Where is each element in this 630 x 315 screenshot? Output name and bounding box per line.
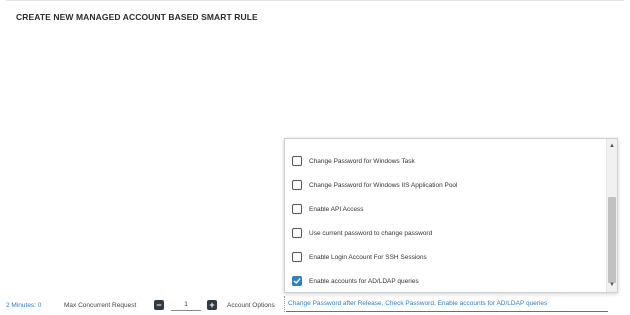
option-label: Enable accounts for AD/LDAP queries [309,277,419,285]
bottom-bar: 2 Minutes: 0 Max Concurrent Request − + … [0,296,630,315]
account-options-label: Account Options [227,302,275,309]
option-label: Enable Login Account For SSH Sessions [309,253,427,261]
scroll-down-icon[interactable]: ▼ [607,280,617,290]
max-concurrent-input[interactable] [171,299,201,311]
scroll-up-icon[interactable]: ▲ [607,141,617,151]
minutes-text: 2 Minutes: 0 [6,302,42,309]
option-label: Use current password to change password [309,229,433,237]
option-use-current-password[interactable]: Use current password to change password [292,226,432,240]
checkbox[interactable] [292,180,302,190]
option-label: Enable API Access [309,205,364,213]
max-concurrent-label: Max Concurrent Request [64,302,137,309]
account-options-select[interactable]: Change Password after Release, Check Pas… [286,298,608,312]
increment-button[interactable]: + [207,300,217,310]
checkbox-checked[interactable] [292,276,302,286]
checkbox[interactable] [292,156,302,166]
scroll-thumb[interactable] [608,197,616,283]
decrement-button[interactable]: − [154,300,164,310]
option-change-password-iis-app-pool[interactable]: Change Password for Windows IIS Applicat… [292,178,458,192]
option-change-password-windows-task[interactable]: Change Password for Windows Task [292,154,415,168]
checkmark-icon [293,278,301,284]
focus-indicator [284,296,285,312]
option-enable-api-access[interactable]: Enable API Access [292,202,364,216]
option-label: Change Password for Windows Task [309,157,415,165]
top-divider [6,0,624,1]
page-title: CREATE NEW MANAGED ACCOUNT BASED SMART R… [16,12,258,22]
option-enable-ad-ldap[interactable]: Enable accounts for AD/LDAP queries [292,274,419,288]
checkbox[interactable] [292,252,302,262]
option-label: Change Password for Windows IIS Applicat… [309,181,458,189]
option-enable-login-ssh[interactable]: Enable Login Account For SSH Sessions [292,250,427,264]
checkbox[interactable] [292,204,302,214]
dropdown-scrollbar[interactable]: ▲ ▼ [606,139,617,292]
account-options-dropdown[interactable]: Change Password for Windows Task Change … [284,138,618,293]
checkbox[interactable] [292,228,302,238]
